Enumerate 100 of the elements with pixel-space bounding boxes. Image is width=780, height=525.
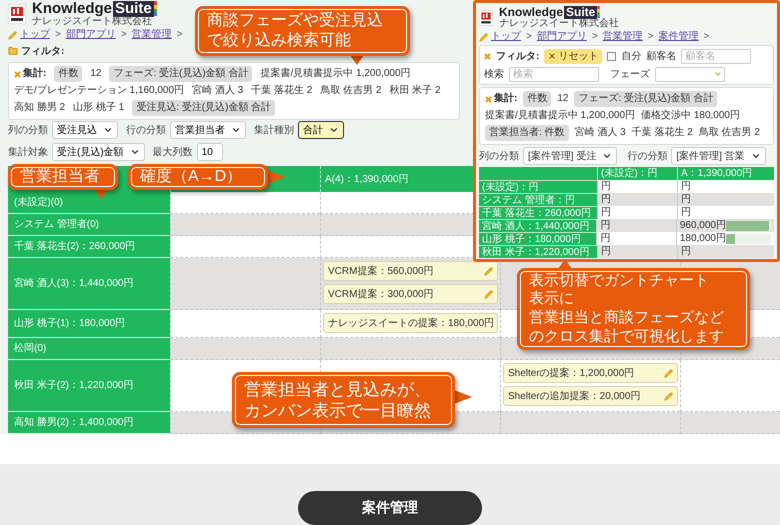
checkbox[interactable]: [607, 52, 616, 61]
row-header: システム 管理者(0): [8, 214, 170, 236]
number-field[interactable]: 10: [196, 143, 223, 161]
summary-value: 価格交渉中 180,000円: [641, 109, 740, 124]
pencil-icon: [8, 30, 17, 40]
card-title: VCRM提案：300,000円: [328, 288, 434, 302]
company-name: ナレッジスイート株式会社: [499, 18, 619, 30]
deal-card[interactable]: VCRM提案：560,000円: [323, 261, 498, 281]
summary-value: 鳥取 佐吉男 2: [698, 126, 760, 140]
summary-chip: フェーズ: 受注(見込)金額 合計: [109, 66, 252, 82]
control-label: 行の分類: [126, 124, 166, 138]
row-header: 千葉 落花生(2)：260,000円: [8, 236, 170, 258]
callout-line: 表示切替でガントチャート: [529, 272, 710, 290]
breadcrumb-separator: >: [590, 31, 599, 44]
dropdown[interactable]: 受注(見込)金額: [52, 143, 145, 161]
folder-icon: [8, 46, 18, 56]
dropdown[interactable]: 合計: [298, 121, 344, 139]
breadcrumb-separator: >: [525, 31, 533, 44]
pencil-icon: [484, 266, 493, 276]
summary-chip: 営業担当者: 件数: [485, 125, 569, 142]
pencil-icon: [479, 32, 488, 42]
bullet-icon: [484, 52, 491, 60]
search-field[interactable]: 検索: [509, 66, 599, 82]
row-header: 千葉 落花生：260,000円: [479, 206, 597, 220]
deal-card[interactable]: ナレッジスイートの提案：180,000円: [323, 313, 498, 333]
row-header: (未設定)(0): [8, 192, 170, 214]
card-title: VCRM提案：560,000円: [328, 264, 434, 278]
breadcrumb-link[interactable]: 営業管理: [602, 31, 643, 44]
callout-line: 営業担当者と見込みが、: [244, 378, 432, 400]
pencil-icon: [664, 392, 673, 400]
callout-line: 確度（A→D）: [140, 167, 244, 187]
reset-button[interactable]: リセット: [544, 48, 602, 64]
breadcrumb-separator: >: [702, 31, 710, 44]
row-header: 松岡(0): [8, 338, 170, 360]
checkbox-label: 自分: [621, 50, 642, 64]
callout-line: で絞り込み検索可能: [207, 31, 352, 51]
breadcrumb-separator: >: [120, 29, 128, 41]
close-icon: [548, 52, 556, 60]
logo-icon: [479, 10, 493, 26]
column-header: A：1,390,000円: [677, 167, 774, 180]
cell-value: 円: [681, 193, 691, 206]
cell-value: 円: [681, 180, 691, 194]
dropdown[interactable]: [案件管理] 営業: [671, 147, 766, 166]
deal-card[interactable]: Shelterの追加提案：20,000円: [503, 386, 678, 406]
pencil-icon: [484, 290, 493, 298]
row-header: (未設定)：円: [479, 180, 597, 194]
color-stripe-icon: [597, 6, 600, 18]
row-header: 秋田 米子(2)：1,220,000円: [8, 360, 170, 412]
callout-line: カンバン表示で一目瞭然: [244, 400, 432, 422]
summary-value: 12: [90, 67, 102, 81]
deal-card[interactable]: Shelterの提案：1,200,000円: [503, 363, 678, 383]
dropdown[interactable]: 営業担当者: [170, 121, 246, 139]
summary-value: 山形 桃子 1: [73, 101, 124, 115]
callout-line: 営業担当者: [20, 167, 101, 187]
customer-field[interactable]: 顧客名: [681, 48, 752, 64]
bullet-icon: [14, 70, 21, 78]
summary-value: 提案書/見積書提示中 1,200,000円: [485, 109, 636, 124]
callout-line: 商談フェーズや受注見込: [207, 11, 384, 31]
chevron-icon: [231, 125, 241, 135]
breadcrumb-link[interactable]: トップ: [491, 31, 521, 44]
breadcrumb-link[interactable]: 部門アプリ: [536, 31, 587, 44]
cell-value: 円: [681, 245, 691, 258]
brand-badge: Suite: [113, 0, 154, 17]
breadcrumb-link[interactable]: 部門アプリ: [66, 29, 116, 41]
callout-line: 表示に: [529, 290, 575, 309]
summary-value: 鳥取 佐吉男 2: [320, 84, 382, 98]
card-title: ナレッジスイートの提案：180,000円: [328, 316, 494, 330]
cell-value: 円: [601, 193, 611, 206]
color-stripe-icon: [154, 1, 157, 16]
breadcrumb-link[interactable]: 案件管理: [658, 31, 699, 44]
dropdown[interactable]: 受注見込: [52, 121, 118, 139]
pencil-icon: [664, 368, 673, 378]
filter-label: フィルタ:: [21, 44, 64, 58]
breadcrumb-link[interactable]: トップ: [20, 29, 50, 41]
summary-value: 高知 勝男 2: [14, 101, 66, 115]
deal-card[interactable]: VCRM提案：300,000円: [323, 284, 498, 304]
row-header: 宮崎 酒人(3)：1,440,000円: [8, 258, 170, 310]
summary-chip: 件数: [54, 66, 82, 82]
summary-label: 集計:: [494, 92, 518, 106]
breadcrumb-separator: >: [646, 31, 655, 44]
field-label: フェーズ: [610, 68, 650, 82]
row-header: 秋田 米子：1,220,000円: [479, 245, 597, 258]
breadcrumb-link[interactable]: 営業管理: [132, 29, 172, 41]
summary-value: 提案書/見積書提示中 1,200,000円: [260, 67, 411, 81]
card-title: Shelterの追加提案：20,000円: [508, 390, 640, 404]
chevron-icon: [103, 125, 113, 135]
column-header: (未設定)：円: [597, 167, 677, 180]
cell-value: 円: [601, 206, 611, 220]
control-label: 集計対象: [8, 146, 48, 160]
field-label: 検索: [484, 68, 504, 82]
callout-line: のクロス集計で可視化します: [529, 328, 725, 346]
column-header: A(4)：1,390,000円: [325, 172, 408, 186]
company-name: ナレッジスイート株式会社: [32, 16, 153, 28]
chevron-icon: [130, 147, 140, 157]
summary-value: 千葉 落花生 2: [251, 84, 312, 98]
cell-value: 960,000円: [680, 219, 726, 232]
dropdown[interactable]: [案件管理] 受注: [523, 147, 618, 166]
summary-label: 集計:: [23, 67, 46, 81]
control-label: 列の分類: [8, 124, 48, 138]
cell-value: 円: [601, 245, 611, 258]
